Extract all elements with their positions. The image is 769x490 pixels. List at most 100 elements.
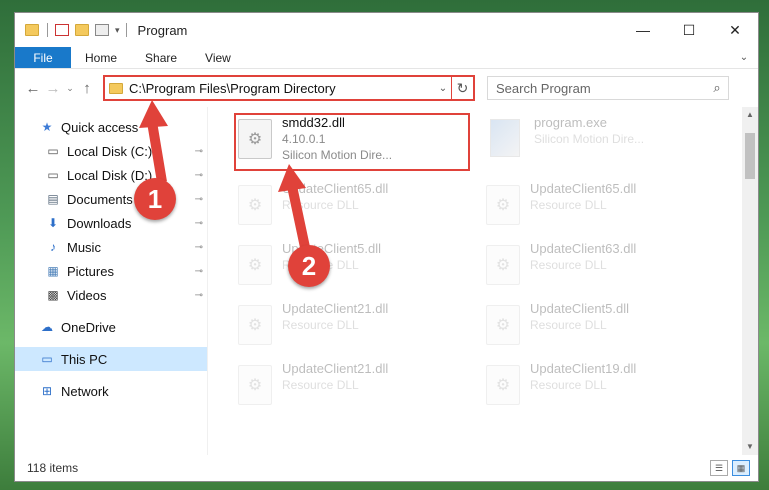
maximize-button[interactable]: ☐ bbox=[666, 13, 712, 47]
recent-locations-button[interactable]: ⌄ bbox=[63, 83, 77, 94]
search-input[interactable]: Search Program ⌕ bbox=[487, 76, 729, 100]
chevron-down-icon[interactable]: ⌄ bbox=[435, 83, 451, 94]
tab-file[interactable]: File bbox=[15, 47, 71, 68]
file-description: Resource DLL bbox=[282, 378, 359, 392]
back-button[interactable]: ← bbox=[23, 80, 43, 97]
file-description: Resource DLL bbox=[530, 198, 607, 212]
new-folder-icon[interactable] bbox=[75, 24, 89, 36]
navigation-pane: ★ Quick access ▭ Local Disk (C:) ⊸ ▭ Loc… bbox=[15, 107, 208, 455]
dll-file-icon: ⚙ bbox=[486, 185, 520, 225]
list-item[interactable]: ⚙ UpdateClient63.dll Resource DLL bbox=[486, 241, 636, 299]
download-icon: ⬇ bbox=[47, 216, 59, 230]
sidebar-item-label: Pictures bbox=[67, 263, 114, 279]
dll-file-icon: ⚙ bbox=[486, 305, 520, 345]
address-bar[interactable]: C:\Program Files\Program Directory ⌄ ↻ bbox=[103, 75, 475, 101]
search-icon[interactable]: ⌕ bbox=[706, 80, 728, 96]
drive-icon: ▭ bbox=[47, 168, 59, 182]
sidebar-item-label: Videos bbox=[67, 287, 107, 303]
close-button[interactable]: ✕ bbox=[712, 13, 758, 47]
list-item[interactable]: ⚙ UpdateClient5.dll Resource DLL bbox=[486, 301, 629, 359]
sidebar-item-label: Network bbox=[61, 383, 109, 399]
scroll-up-button[interactable]: ▲ bbox=[742, 107, 758, 123]
music-icon: ♪ bbox=[50, 240, 56, 254]
pin-icon: ⊸ bbox=[194, 193, 203, 205]
sidebar-item-onedrive[interactable]: ☁ OneDrive bbox=[15, 315, 207, 339]
window-title: Program bbox=[137, 22, 188, 38]
file-name: UpdateClient63.dll bbox=[530, 241, 637, 256]
sidebar-item-quick-access[interactable]: ★ Quick access bbox=[15, 115, 207, 139]
file-description: Resource DLL bbox=[530, 378, 607, 392]
up-button[interactable]: ↑ bbox=[77, 80, 97, 97]
sidebar-item-music[interactable]: ♪ Music ⊸ bbox=[15, 235, 207, 259]
sidebar-item-network[interactable]: ⊞ Network bbox=[15, 379, 207, 403]
sidebar-item-downloads[interactable]: ⬇ Downloads ⊸ bbox=[15, 211, 207, 235]
sidebar-item-local-disk-c[interactable]: ▭ Local Disk (C:) ⊸ bbox=[15, 139, 207, 163]
expand-ribbon-icon[interactable]: ⌄ bbox=[730, 47, 758, 68]
list-item[interactable]: ⚙ UpdateClient65.dll Resource DLL bbox=[486, 181, 636, 239]
tab-view[interactable]: View bbox=[191, 47, 245, 68]
file-description: Resource DLL bbox=[530, 318, 607, 332]
pin-icon: ⊸ bbox=[194, 289, 203, 301]
details-view-button[interactable]: ☰ bbox=[710, 460, 728, 476]
file-description: Resource DLL bbox=[530, 258, 607, 272]
search-placeholder: Search Program bbox=[496, 80, 591, 96]
file-name: UpdateClient65.dll bbox=[282, 181, 389, 196]
sidebar-item-pictures[interactable]: ▦ Pictures ⊸ bbox=[15, 259, 207, 283]
tab-home[interactable]: Home bbox=[71, 47, 131, 68]
file-name: UpdateClient21.dll bbox=[282, 361, 389, 376]
sidebar-item-local-disk-d[interactable]: ▭ Local Disk (D:) ⊸ bbox=[15, 163, 207, 187]
documents-icon: ▤ bbox=[47, 192, 59, 206]
sidebar-item-documents[interactable]: ▤ Documents ⊸ bbox=[15, 187, 207, 211]
properties-icon[interactable] bbox=[55, 24, 69, 36]
file-name: program.exe bbox=[534, 115, 607, 130]
file-description: Resource DLL bbox=[282, 198, 359, 212]
minimize-button[interactable]: — bbox=[620, 13, 666, 47]
forward-button[interactable]: → bbox=[43, 80, 63, 97]
folder-icon bbox=[25, 24, 39, 36]
sidebar-item-label: Quick access bbox=[61, 119, 139, 135]
navigation-bar: ← → ⌄ ↑ C:\Program Files\Program Directo… bbox=[15, 69, 758, 107]
window-controls: — ☐ ✕ bbox=[620, 13, 758, 47]
sidebar-item-label: OneDrive bbox=[61, 319, 116, 335]
sidebar-item-label: Downloads bbox=[67, 215, 132, 231]
dll-file-icon: ⚙ bbox=[238, 305, 272, 345]
drive-icon: ▭ bbox=[47, 144, 59, 158]
file-name: UpdateClient21.dll bbox=[282, 301, 389, 316]
callout-badge-2: 2 bbox=[288, 245, 330, 287]
pictures-icon: ▦ bbox=[47, 264, 59, 278]
sidebar-item-videos[interactable]: ▩ Videos ⊸ bbox=[15, 283, 207, 307]
divider bbox=[47, 23, 48, 37]
large-icons-view-button[interactable]: ▦ bbox=[732, 460, 750, 476]
dll-file-icon: ⚙ bbox=[486, 245, 520, 285]
sidebar-item-label: Local Disk (D:) bbox=[67, 167, 153, 183]
pin-icon: ⊸ bbox=[194, 265, 203, 277]
list-item[interactable]: ⚙ UpdateClient19.dll Resource DLL bbox=[486, 361, 636, 419]
content-area: ★ Quick access ▭ Local Disk (C:) ⊸ ▭ Loc… bbox=[15, 107, 758, 455]
refresh-button[interactable]: ↻ bbox=[451, 77, 473, 99]
sidebar-item-this-pc[interactable]: ▭ This PC bbox=[15, 347, 207, 371]
divider bbox=[125, 23, 127, 37]
vertical-scrollbar[interactable]: ▲ ▼ bbox=[742, 107, 758, 455]
file-list: ⚙ smdd32.dll 4.10.0.1 Silicon Motion Dir… bbox=[208, 107, 758, 455]
address-text[interactable]: C:\Program Files\Program Directory bbox=[129, 81, 435, 96]
computer-icon: ▭ bbox=[41, 352, 53, 366]
list-item[interactable]: ⚙ UpdateClient21.dll Resource DLL bbox=[238, 361, 388, 419]
ribbon-tabs: File Home Share View ⌄ bbox=[15, 47, 758, 69]
callout-badge-1: 1 bbox=[134, 178, 176, 220]
chevron-down-icon[interactable]: ▾ bbox=[115, 25, 120, 36]
file-description: Silicon Motion Dire... bbox=[534, 132, 645, 146]
dll-file-icon: ⚙ bbox=[238, 185, 272, 225]
pin-icon: ⊸ bbox=[194, 145, 203, 157]
tab-share[interactable]: Share bbox=[131, 47, 191, 68]
dll-file-icon: ⚙ bbox=[238, 245, 272, 285]
scroll-thumb[interactable] bbox=[745, 133, 755, 179]
folder-icon bbox=[109, 82, 123, 94]
scroll-down-button[interactable]: ▼ bbox=[742, 439, 758, 455]
list-item[interactable]: ⚙ UpdateClient21.dll Resource DLL bbox=[238, 301, 388, 359]
customize-icon[interactable] bbox=[95, 24, 109, 36]
pin-icon: ⊸ bbox=[194, 169, 203, 181]
list-item[interactable]: ⚙ UpdateClient65.dll Resource DLL bbox=[238, 181, 388, 239]
dll-file-icon: ⚙ bbox=[238, 365, 272, 405]
file-item-program-exe[interactable]: program.exe Silicon Motion Dire... bbox=[490, 115, 644, 173]
highlight-box bbox=[234, 113, 470, 171]
